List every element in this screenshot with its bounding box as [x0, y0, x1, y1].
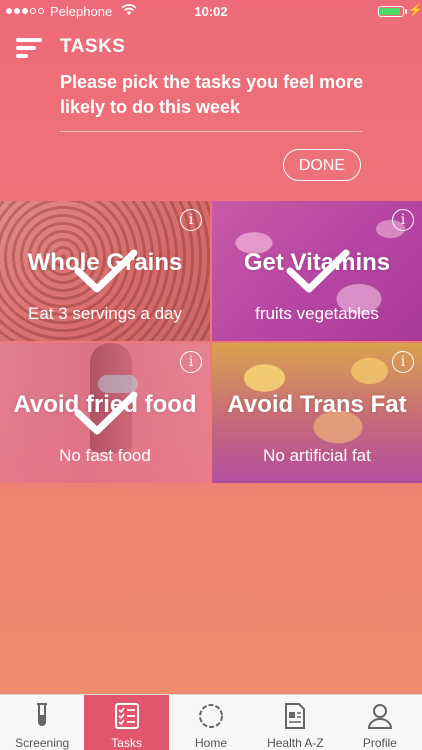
checkmark-icon: [74, 391, 138, 435]
done-button[interactable]: DONE: [283, 149, 361, 181]
task-subtitle: Eat 3 servings a day: [27, 304, 183, 323]
checklist-icon: [114, 703, 139, 729]
battery-icon: [378, 6, 404, 17]
task-prompt: Please pick the tasks you feel more like…: [60, 72, 364, 117]
tab-label: Home: [195, 736, 228, 750]
tab-label: Health A-Z: [267, 736, 324, 750]
task-tile-whole-grains[interactable]: i Whole Grains Eat 3 servings a day: [0, 201, 210, 341]
header-divider: [60, 131, 362, 132]
tab-label: Profile: [362, 736, 397, 750]
task-subtitle: No fast food: [59, 446, 151, 465]
menu-icon[interactable]: [16, 38, 44, 60]
tab-tasks[interactable]: Tasks: [84, 695, 169, 750]
status-time: 10:02: [194, 4, 228, 19]
tab-label: Tasks: [111, 736, 142, 750]
tab-profile[interactable]: Profile: [338, 695, 422, 750]
tab-bar: Screening Tasks Home Health A-Z Profile: [0, 694, 422, 750]
home-circle-icon: [199, 704, 224, 728]
checkmark-icon: [74, 249, 138, 293]
info-icon[interactable]: i: [180, 209, 202, 231]
task-tile-get-vitamins[interactable]: i Get Vitamins fruits vegetables: [212, 201, 422, 341]
page-title: TASKS: [60, 36, 126, 57]
task-title: Avoid Trans Fat: [227, 391, 407, 418]
task-tile-avoid-trans-fat[interactable]: i Avoid Trans Fat No artificial fat: [212, 343, 422, 483]
checkmark-icon: [286, 249, 350, 293]
task-tile-avoid-fried-food[interactable]: i Avoid fried food No fast food: [0, 343, 210, 483]
info-icon[interactable]: i: [392, 351, 414, 373]
tab-label: Screening: [15, 736, 70, 750]
tab-home[interactable]: Home: [169, 695, 253, 750]
tasks-screen: Pelephone 10:02 ⚡ TASKS Please pick the …: [0, 0, 422, 750]
tab-screening[interactable]: Screening: [0, 695, 84, 750]
task-subtitle: fruits vegetables: [255, 304, 379, 323]
battery-tip: [405, 9, 407, 14]
document-icon: [285, 703, 306, 729]
info-icon[interactable]: i: [180, 351, 202, 373]
info-icon[interactable]: i: [392, 209, 414, 231]
test-tube-icon: [37, 703, 48, 726]
task-subtitle: No artificial fat: [263, 446, 371, 465]
charging-bolt-icon: ⚡: [408, 3, 422, 17]
person-icon: [367, 704, 392, 729]
tab-health-a-z[interactable]: Health A-Z: [253, 695, 337, 750]
status-bar: Pelephone 10:02 ⚡: [0, 0, 422, 24]
